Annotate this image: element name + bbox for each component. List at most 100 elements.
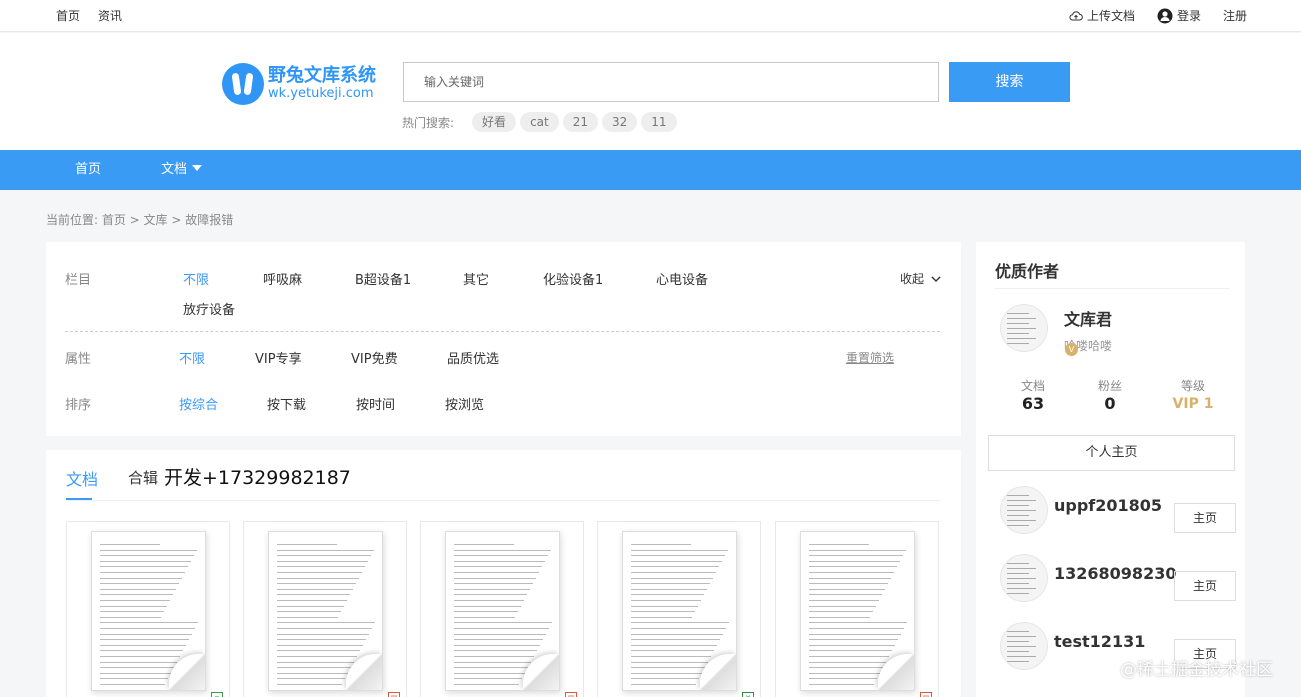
text-line [809, 650, 892, 652]
avatar[interactable] [1000, 554, 1048, 602]
hot-tag[interactable]: 21 [562, 112, 598, 132]
text-line [809, 678, 877, 680]
chevron-down-icon [931, 276, 941, 282]
author-home-button[interactable]: 主页 [1174, 571, 1236, 601]
attr-option[interactable]: VIP免费 [351, 348, 398, 367]
text-line [631, 644, 717, 646]
column-option[interactable]: 其它 [463, 269, 489, 288]
text-line [809, 560, 900, 562]
text-line [100, 628, 195, 629]
text-line [1007, 525, 1029, 526]
text-line [631, 549, 728, 551]
sort-option[interactable]: 按时间 [356, 394, 395, 413]
avatar[interactable] [1000, 486, 1048, 534]
document-card[interactable]: ≡ [66, 521, 230, 697]
text-line [454, 577, 536, 579]
text-line [454, 667, 528, 669]
document-card[interactable]: ▤ [243, 521, 407, 697]
nav-item-home[interactable]: 首页 [75, 150, 101, 190]
author-name[interactable]: test12131 [1054, 632, 1145, 651]
column-option[interactable]: 化验设备1 [543, 269, 603, 288]
xls-file-icon: ✕ [742, 692, 754, 697]
nav-item-docs[interactable]: 文档 [161, 150, 203, 190]
hot-tag[interactable]: 32 [602, 112, 638, 132]
header: 野兔文库系统 wk.yetukeji.com 输入关键词 搜索 热门搜索: 好看… [0, 33, 1301, 150]
site-logo[interactable]: 野兔文库系统 wk.yetukeji.com [222, 63, 376, 105]
document-thumbnail [268, 531, 383, 691]
filter-panel: 栏目 不限 呼吸麻 B超设备1 其它 化验设备1 心电设备 放疗设备 收起 属性… [46, 242, 961, 436]
upload-link[interactable]: 上传文档 [1069, 7, 1135, 24]
divider [65, 331, 940, 332]
author-name[interactable]: uppf201805 [1054, 496, 1162, 515]
tab-documents[interactable]: 文档 [66, 466, 98, 490]
text-line [100, 594, 173, 596]
text-line [809, 600, 879, 601]
column-option[interactable]: 心电设备 [656, 269, 708, 288]
document-thumbnail [445, 531, 560, 691]
column-option[interactable]: 放疗设备 [183, 299, 235, 318]
text-line [631, 594, 704, 596]
text-line [277, 566, 365, 568]
document-card[interactable]: ▤ [775, 521, 939, 697]
column-option[interactable]: 呼吸麻 [263, 269, 302, 288]
attr-option[interactable]: 品质优选 [447, 348, 499, 367]
text-line [631, 616, 692, 618]
attr-option[interactable]: VIP专享 [255, 348, 302, 367]
search-input[interactable]: 输入关键词 [403, 62, 939, 102]
text-line [277, 684, 342, 685]
text-line [454, 611, 518, 613]
personal-homepage-button[interactable]: 个人主页 [988, 435, 1235, 471]
search-button[interactable]: 搜索 [949, 62, 1070, 102]
hot-tag[interactable]: cat [520, 112, 559, 132]
author-name[interactable]: 13268098230 [1054, 564, 1176, 583]
text-line [100, 616, 161, 618]
text-line [454, 600, 524, 601]
column-option[interactable]: B超设备1 [355, 269, 411, 288]
document-card[interactable]: ▤ [420, 521, 584, 697]
text-line [1007, 661, 1029, 662]
tab-collection[interactable]: 合辑 [128, 467, 158, 488]
text-line [809, 644, 895, 646]
text-line [100, 672, 171, 674]
sort-option[interactable]: 按下载 [267, 394, 306, 413]
divider [995, 288, 1230, 289]
document-thumbnail [800, 531, 915, 691]
sort-option[interactable]: 按浏览 [445, 394, 484, 413]
attr-option[interactable]: 不限 [179, 348, 205, 367]
top-bar: 首页 资讯 上传文档 登录 注册 [0, 0, 1301, 32]
text-line [809, 684, 874, 685]
login-link[interactable]: 登录 [1157, 7, 1201, 24]
text-line [277, 577, 359, 579]
text-line [1007, 323, 1029, 324]
text-line [1007, 583, 1029, 584]
column-option[interactable]: 不限 [183, 269, 209, 288]
tab-extra-text: 开发+17329982187 [164, 467, 351, 489]
document-card[interactable]: ✕ [597, 521, 761, 697]
text-line [809, 594, 882, 596]
text-line [100, 549, 197, 551]
text-line [809, 628, 904, 629]
hot-tag[interactable]: 11 [641, 112, 677, 132]
author-home-button[interactable]: 主页 [1174, 503, 1236, 533]
text-line [100, 684, 165, 685]
avatar[interactable] [1000, 304, 1048, 352]
collapse-toggle[interactable]: 收起 [900, 270, 941, 287]
nav-docs-label: 文档 [161, 162, 188, 177]
text-line [454, 616, 515, 618]
text-line [631, 560, 722, 562]
top-link-news[interactable]: 资讯 [98, 7, 122, 24]
sort-option[interactable]: 按综合 [179, 394, 218, 413]
text-line [1007, 563, 1029, 564]
reset-filter-link[interactable]: 重置筛选 [846, 349, 894, 366]
text-line [454, 572, 539, 573]
hot-tag[interactable]: 好看 [472, 112, 517, 132]
register-link[interactable]: 注册 [1223, 7, 1247, 24]
author-name[interactable]: 文库君 [1064, 306, 1112, 330]
top-link-home[interactable]: 首页 [56, 7, 80, 24]
text-line [1007, 338, 1036, 339]
text-line [631, 672, 702, 674]
text-line [809, 566, 897, 568]
text-line [277, 667, 351, 669]
text-line [100, 667, 174, 669]
avatar[interactable] [1000, 622, 1048, 670]
